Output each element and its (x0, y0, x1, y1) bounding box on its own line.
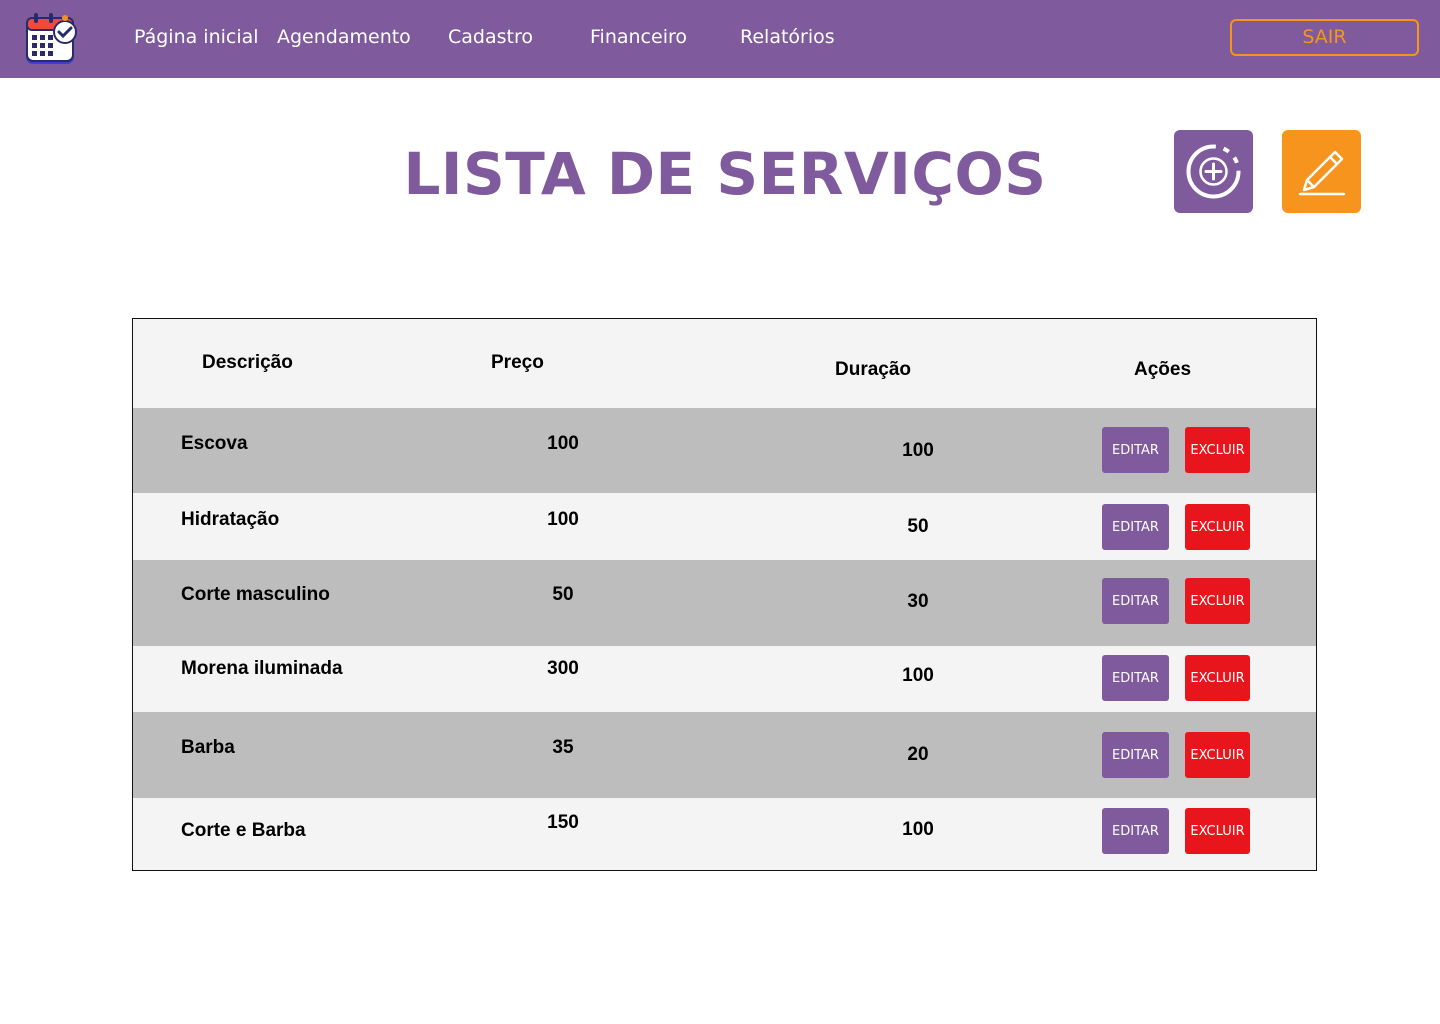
edit-row-button[interactable]: EDITAR (1102, 578, 1169, 624)
column-header-duracao: Duração (835, 359, 912, 380)
edit-row-button[interactable]: EDITAR (1102, 732, 1169, 778)
top-navbar: Página inicial Agendamento Cadastro Fina… (0, 0, 1440, 78)
cell-duracao: 30 (907, 591, 929, 612)
cell-descricao: Barba (181, 737, 235, 758)
cell-duracao: 20 (907, 744, 929, 765)
nav-item-financeiro[interactable]: Financeiro (590, 26, 687, 48)
edit-row-button[interactable]: EDITAR (1102, 655, 1169, 701)
logout-button[interactable]: SAIR (1230, 19, 1419, 56)
page-title: LISTA DE SERVIÇOS (403, 140, 1047, 208)
cell-duracao: 100 (902, 665, 934, 686)
column-header-acoes: Ações (1134, 359, 1192, 380)
nav-item-cadastro[interactable]: Cadastro (448, 26, 533, 48)
cell-descricao: Morena iluminada (181, 658, 343, 679)
edit-services-button[interactable] (1282, 130, 1361, 213)
cell-preco: 300 (547, 658, 579, 679)
table-header: Descrição Preço Duração Ações (133, 319, 1316, 408)
cell-descricao: Corte masculino (181, 584, 330, 605)
edit-row-button[interactable]: EDITAR (1102, 808, 1169, 854)
table-row: Morena iluminada 300 100 EDITAR EXCLUIR (133, 646, 1316, 712)
column-header-descricao: Descrição (202, 352, 293, 373)
edit-row-button[interactable]: EDITAR (1102, 504, 1169, 550)
table-row: Corte e Barba 150 100 EDITAR EXCLUIR (133, 798, 1316, 870)
column-header-preco: Preço (491, 352, 544, 373)
cell-duracao: 100 (902, 819, 934, 840)
delete-row-button[interactable]: EXCLUIR (1185, 427, 1250, 473)
delete-row-button[interactable]: EXCLUIR (1185, 655, 1250, 701)
nav-item-relatorios[interactable]: Relatórios (740, 26, 835, 48)
cell-preco: 100 (547, 433, 579, 454)
cell-preco: 150 (547, 812, 579, 833)
cell-duracao: 50 (907, 516, 929, 537)
plus-circle-icon (1186, 144, 1241, 199)
cell-descricao: Hidratação (181, 509, 280, 530)
services-table: Descrição Preço Duração Ações Escova 100… (132, 318, 1317, 871)
nav-item-agendamento[interactable]: Agendamento (277, 26, 411, 48)
delete-row-button[interactable]: EXCLUIR (1185, 504, 1250, 550)
table-row: Corte masculino 50 30 EDITAR EXCLUIR (133, 560, 1316, 646)
cell-descricao: Escova (181, 433, 248, 454)
cell-preco: 100 (547, 509, 579, 530)
edit-row-button[interactable]: EDITAR (1102, 427, 1169, 473)
cell-descricao: Corte e Barba (181, 820, 306, 841)
calendar-check-icon[interactable] (22, 10, 80, 68)
pencil-icon (1298, 150, 1346, 196)
table-row: Escova 100 100 EDITAR EXCLUIR (133, 408, 1316, 493)
cell-duracao: 100 (902, 440, 934, 461)
nav-item-pagina-inicial[interactable]: Página inicial (134, 26, 259, 48)
cell-preco: 50 (552, 584, 574, 605)
table-row: Hidratação 100 50 EDITAR EXCLUIR (133, 493, 1316, 560)
add-service-button[interactable] (1174, 130, 1253, 213)
delete-row-button[interactable]: EXCLUIR (1185, 732, 1250, 778)
delete-row-button[interactable]: EXCLUIR (1185, 578, 1250, 624)
table-row: Barba 35 20 EDITAR EXCLUIR (133, 712, 1316, 798)
cell-preco: 35 (552, 737, 574, 758)
delete-row-button[interactable]: EXCLUIR (1185, 808, 1250, 854)
